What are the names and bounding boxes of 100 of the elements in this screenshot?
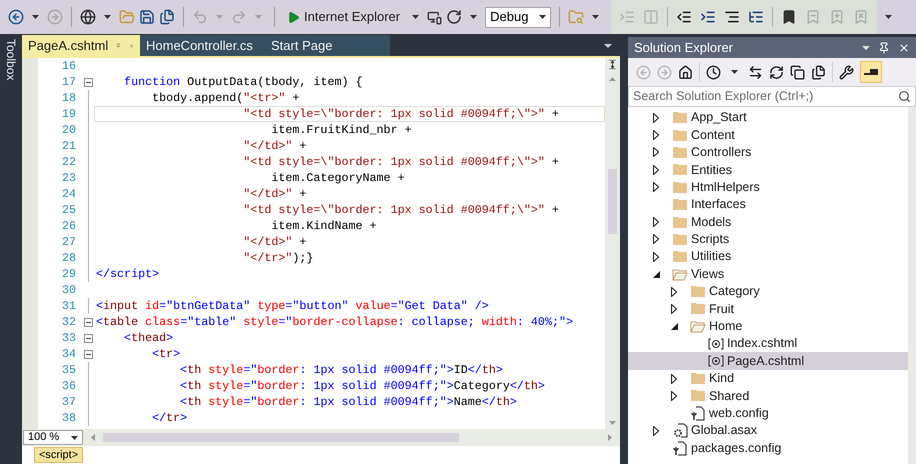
config-file-icon — [673, 440, 687, 456]
line-number: 24 — [60, 186, 76, 202]
tree-item[interactable]: Fruit — [628, 300, 908, 318]
home-icon[interactable] — [678, 64, 693, 80]
tree-item[interactable]: Shared — [628, 387, 908, 405]
tree-item[interactable]: PageA.cshtml — [628, 352, 908, 370]
collapsed-arrow-icon[interactable] — [653, 217, 659, 228]
document-tab[interactable]: Start Page — [265, 35, 390, 56]
tree-item[interactable]: Models — [628, 213, 908, 231]
code-line: item.CategoryName + — [270, 170, 405, 186]
document-tab[interactable]: PageA.cshtml — [22, 35, 140, 56]
refresh-icon[interactable] — [446, 9, 462, 25]
show-all-files-icon[interactable] — [811, 64, 826, 80]
code-line: <th style="border: 1px solid #0094ff;">ID</th> — [179, 362, 503, 378]
collapsed-arrow-icon[interactable] — [653, 252, 659, 262]
run-button[interactable]: Internet Explorer — [283, 7, 404, 27]
tree-item[interactable]: web.config — [628, 404, 908, 422]
dropdown-caret-icon[interactable] — [885, 15, 892, 19]
align-icon[interactable] — [724, 9, 740, 25]
split-icon[interactable] — [608, 60, 617, 69]
line-number: 37 — [60, 394, 76, 410]
collapse-icon[interactable] — [84, 334, 92, 342]
save-all-icon[interactable] — [159, 9, 175, 25]
dropdown-caret-icon[interactable] — [604, 44, 612, 48]
tree-item-label: Entities — [691, 162, 732, 178]
tree-item[interactable]: HtmlHelpers — [628, 178, 908, 196]
vertical-scrollbar[interactable] — [605, 58, 620, 429]
tree-item[interactable]: Kind — [628, 370, 908, 388]
pin-icon[interactable] — [878, 42, 890, 54]
tree-item-label: web.config — [709, 404, 769, 422]
line-number: 36 — [60, 378, 76, 394]
dropdown-caret-icon[interactable] — [592, 15, 600, 19]
code-line: tbody.append("<tr>" + — [151, 90, 300, 106]
save-icon[interactable] — [139, 9, 155, 25]
browser-link-icon[interactable] — [427, 10, 442, 24]
folder-icon — [690, 302, 706, 316]
collapse-all-icon[interactable] — [790, 64, 805, 80]
collapsed-arrow-icon[interactable] — [653, 130, 659, 140]
scroll-thumb[interactable] — [103, 433, 459, 442]
dropdown-caret-icon[interactable] — [104, 15, 111, 19]
line-number: 33 — [60, 330, 76, 346]
back-icon[interactable] — [8, 9, 24, 25]
preview-toggle[interactable] — [860, 61, 882, 83]
collapsed-arrow-icon[interactable] — [653, 426, 659, 436]
collapse-icon[interactable] — [84, 318, 92, 326]
tree-item[interactable]: Controllers — [628, 144, 908, 162]
comment-icon[interactable] — [748, 9, 764, 25]
refresh-icon[interactable] — [769, 64, 784, 80]
tree-item[interactable]: App_Start — [628, 109, 908, 126]
tree-item[interactable]: Category — [628, 282, 908, 300]
dropdown-caret-icon[interactable] — [470, 15, 478, 19]
collapsed-arrow-icon[interactable] — [671, 286, 677, 297]
tree-item[interactable]: Interfaces — [628, 196, 908, 214]
dropdown-caret-icon[interactable] — [32, 15, 39, 19]
tree-item[interactable]: Views — [628, 266, 908, 283]
expanded-arrow-icon[interactable] — [653, 270, 660, 278]
tree-item[interactable]: Index.cshtml — [628, 335, 908, 352]
zoom-dropdown[interactable]: 100 % — [23, 430, 83, 445]
tree-item-label: Utilities — [691, 248, 732, 266]
outdent-icon[interactable] — [676, 9, 692, 25]
tree-item[interactable]: Home — [628, 318, 908, 336]
tree-item[interactable]: packages.config — [628, 439, 908, 457]
close-icon[interactable] — [898, 42, 910, 54]
scroll-thumb[interactable] — [608, 169, 617, 234]
dropdown-caret-icon[interactable] — [71, 436, 78, 440]
breadcrumb-item[interactable]: <script> — [34, 447, 84, 463]
dropdown-caret-icon[interactable] — [539, 15, 546, 19]
tree-item[interactable]: Global.asax — [628, 422, 908, 440]
code-line: </script> — [96, 266, 160, 282]
expanded-arrow-icon[interactable] — [671, 322, 678, 330]
sync-icon[interactable] — [748, 64, 763, 80]
tree-item[interactable]: Utilities — [628, 248, 908, 266]
dropdown-caret-icon[interactable] — [412, 15, 420, 19]
line-number: 34 — [60, 346, 76, 362]
indent-icon[interactable] — [700, 9, 716, 25]
collapsed-arrow-icon[interactable] — [671, 390, 677, 401]
tree-item[interactable]: Scripts — [628, 230, 908, 248]
collapsed-arrow-icon[interactable] — [653, 234, 659, 244]
tree-item[interactable]: Entities — [628, 161, 908, 179]
search-field[interactable]: Search Solution Explorer (Ctrl+;) — [628, 86, 916, 107]
code-line: "<td style=\"border: 1px solid #0094ff;\">" + — [242, 154, 559, 170]
document-tab[interactable]: HomeController.cs — [140, 35, 265, 56]
folder-icon — [672, 198, 688, 212]
toolbox-side-tab[interactable]: Toolbox — [2, 39, 20, 464]
search-icon[interactable] — [898, 90, 911, 103]
collapsed-arrow-icon[interactable] — [653, 147, 659, 158]
collapsed-arrow-icon[interactable] — [671, 374, 677, 384]
collapsed-arrow-icon[interactable] — [653, 112, 659, 123]
collapse-icon[interactable] — [84, 78, 92, 86]
bookmark-icon[interactable] — [781, 9, 798, 25]
clock-icon[interactable] — [706, 64, 721, 80]
collapse-icon[interactable] — [84, 350, 92, 358]
dropdown-caret-icon[interactable] — [731, 70, 738, 74]
globe-icon[interactable] — [80, 9, 96, 25]
wrench-icon[interactable] — [839, 64, 854, 80]
configuration-dropdown[interactable]: Debug — [485, 6, 552, 28]
collapsed-arrow-icon[interactable] — [653, 164, 659, 175]
tree-item[interactable]: Content — [628, 126, 908, 144]
collapsed-arrow-icon[interactable] — [653, 182, 659, 192]
collapsed-arrow-icon[interactable] — [671, 304, 677, 314]
